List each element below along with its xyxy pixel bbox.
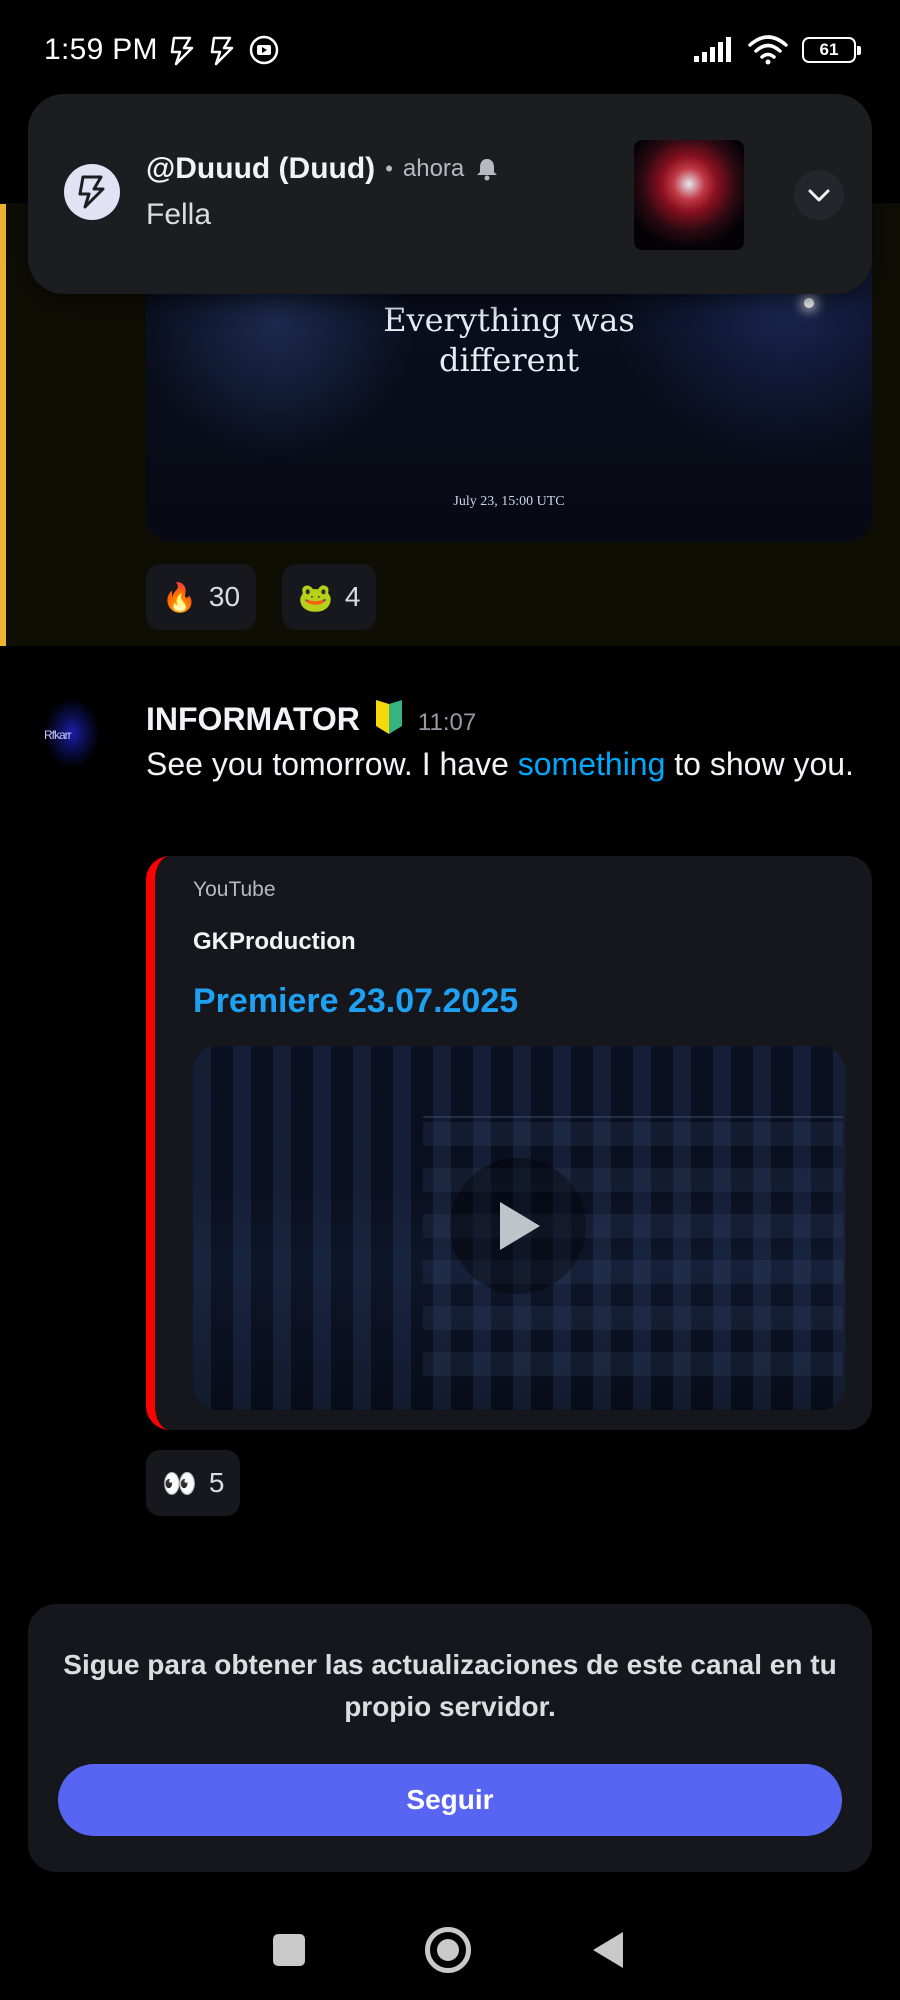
follow-button[interactable]: Seguir	[58, 1764, 842, 1836]
chevron-down-icon	[808, 189, 830, 202]
status-left: 1:59 PM	[44, 33, 280, 67]
separator-dot: •	[385, 156, 393, 181]
lightning-notification-icon	[210, 36, 234, 66]
message-text-part: to show you.	[665, 746, 854, 782]
reaction-eyes[interactable]: 👀 5	[146, 1450, 241, 1516]
notification-time: ahora	[402, 155, 465, 182]
youtube-embed: YouTube GKProduction Premiere 23.07.2025	[146, 856, 872, 1430]
notification-body: Fella	[146, 198, 212, 231]
reaction-count: 4	[344, 581, 361, 612]
status-time: 1:59 PM	[44, 33, 158, 66]
follow-prompt: Sigue para obtener las actualizaciones d…	[63, 1649, 837, 1722]
message-author[interactable]: INFORMATOR	[146, 701, 360, 738]
battery-indicator: 61	[802, 37, 861, 63]
expand-button[interactable]	[794, 170, 844, 220]
reaction-count: 30	[208, 581, 241, 612]
recents-button[interactable]	[273, 1934, 305, 1966]
back-button[interactable]	[591, 1930, 627, 1970]
notification-popup[interactable]: @Duuud (Duud) • ahora Fella	[28, 94, 872, 294]
media-notification-icon	[249, 35, 279, 65]
lightning-icon	[78, 175, 105, 209]
embed-provider[interactable]: YouTube	[193, 878, 276, 902]
eyes-emoji-icon: 👀	[162, 1467, 197, 1499]
message-text-part: See you tomorrow. I have	[146, 746, 518, 782]
embed-image-headline: Everything was different	[146, 300, 872, 380]
home-button[interactable]	[425, 1927, 471, 1973]
video-thumbnail[interactable]	[193, 1046, 845, 1410]
message-link[interactable]: something	[518, 746, 666, 782]
avatar-text: Rfkarr	[44, 728, 72, 742]
signal-icon	[694, 37, 731, 62]
reaction-fire[interactable]: 🔥 30	[146, 564, 257, 630]
reaction-frog[interactable]: 🐸 4	[282, 564, 377, 630]
navigation-bar	[0, 1900, 900, 2000]
reaction-count: 5	[208, 1467, 225, 1498]
message-timestamp: 11:07	[417, 709, 477, 736]
status-bar: 1:59 PM 61	[0, 0, 900, 100]
embed-headline-line: different	[438, 341, 580, 379]
notification-thumbnail	[634, 140, 744, 250]
fire-emoji-icon: 🔥	[162, 581, 197, 613]
lightning-notification-icon	[170, 36, 194, 66]
frog-emoji-icon: 🐸	[298, 581, 333, 613]
wifi-icon	[748, 35, 788, 65]
embed-headline-line: Everything was	[383, 301, 635, 339]
avatar[interactable]: Rfkarr	[36, 688, 108, 778]
embed-image-date: July 23, 15:00 UTC	[453, 494, 565, 509]
app-icon	[64, 164, 120, 220]
embed-title[interactable]: Premiere 23.07.2025	[193, 982, 518, 1021]
status-right: 61	[692, 35, 861, 65]
play-icon	[500, 1202, 540, 1250]
embed-author[interactable]: GKProduction	[193, 928, 356, 956]
notification-title: @Duuud (Duud) • ahora	[146, 152, 500, 186]
bell-icon	[477, 159, 498, 181]
notification-sender: @Duuud (Duud)	[146, 152, 376, 185]
follow-card: Sigue para obtener las actualizaciones d…	[28, 1604, 872, 1872]
beginner-icon	[375, 700, 402, 734]
message-header: INFORMATOR 11:07	[146, 692, 476, 738]
play-button[interactable]	[450, 1158, 586, 1294]
message-text: See you tomorrow. I have something to sh…	[146, 738, 866, 790]
